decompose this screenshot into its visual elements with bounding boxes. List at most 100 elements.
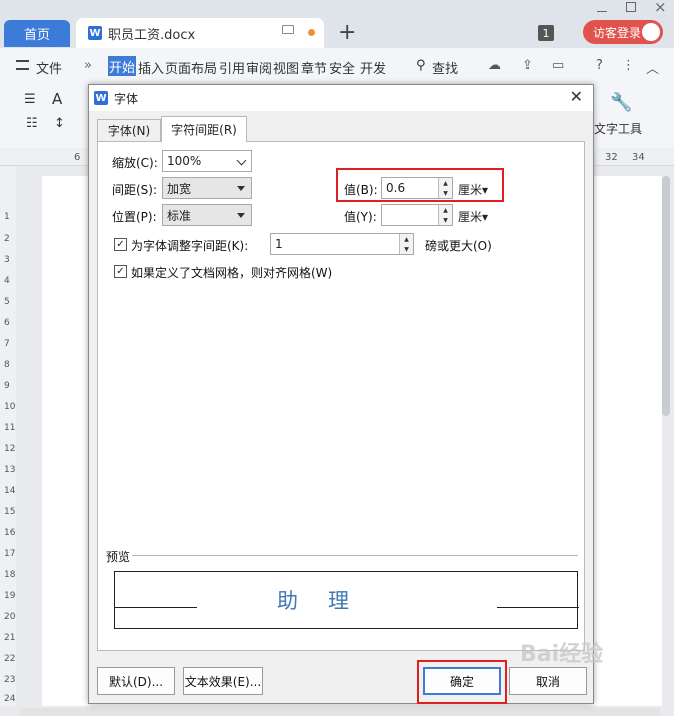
spacing-unit-select[interactable]: 厘米▾ [458,181,488,198]
horizontal-scrollbar[interactable] [20,708,660,716]
vruler-number: 21 [4,633,16,643]
position-amount-input[interactable]: ▲ ▼ [381,204,453,226]
more-icon[interactable]: ⋮ [622,58,635,73]
text-effect-button[interactable]: 文本效果(E)... [183,667,263,695]
preview-label: 预览 [106,548,133,565]
preview-text: 助理 [277,589,379,613]
dialog-title: 字体 [114,91,139,106]
spin-up-icon[interactable]: ▲ [399,234,413,244]
wrench-icon[interactable]: 🔧 [610,92,632,113]
vruler-number: 5 [4,297,10,307]
grid-align-checkbox[interactable]: ✓ [114,265,127,278]
chevron-down-icon [236,155,247,166]
tab-start[interactable]: 开始 [108,56,136,76]
spin-down-icon[interactable]: ▼ [438,215,452,225]
spacing-select[interactable]: 加宽 [162,177,252,199]
kerning-label: 为字体调整字间距(K): [131,239,249,253]
tab-developer[interactable]: 开发 [360,58,386,77]
scale-select[interactable]: 100% [162,150,252,172]
tab-view[interactable]: 视图 [273,58,299,77]
line-spacing-icon[interactable]: ↕ [54,116,65,131]
indent-icon[interactable]: ☰ [24,92,36,107]
collapse-ribbon-icon[interactable]: ︿ [646,58,659,77]
position-unit-select[interactable]: 厘米▾ [458,208,488,225]
document-tab[interactable]: W 职员工资.docx [76,18,324,48]
wps-writer-icon: W [94,91,108,105]
search-button[interactable]: 查找 [432,58,458,77]
preview-box: 助理 [114,571,579,629]
spacing-label: 间距(S): [112,183,158,197]
document-tab-title: 职员工资.docx [108,27,196,43]
tab-reference[interactable]: 引用 [219,58,245,77]
vruler-number: 13 [4,465,16,475]
tab-insert[interactable]: 插入 [138,58,164,77]
file-menu[interactable]: 文件 [36,58,62,77]
tab-review[interactable]: 审阅 [246,58,272,77]
dropdown-arrow-icon [237,213,245,218]
vertical-ruler [0,166,16,706]
default-button[interactable]: 默认(D)... [97,667,175,695]
vruler-number: 14 [4,486,16,496]
position-amount-label: 值(Y): [344,210,377,224]
preview-baseline-right [497,607,579,608]
character-spacing-panel: 缩放(C): 100% 间距(S): 加宽 值(B): 0.6 ▲ ▼ 厘米▾ … [97,141,585,651]
home-tab[interactable]: 首页 [4,20,70,47]
vruler-number: 6 [4,318,10,328]
tab-chapter[interactable]: 章节 [301,58,327,77]
ruler-number: 34 [632,152,645,163]
kerning-suffix: 磅或更大(O) [425,239,492,253]
share-icon[interactable]: ⇪ [522,58,533,73]
vruler-number: 11 [4,423,16,433]
spin-down-icon[interactable]: ▼ [438,188,452,198]
vruler-number: 23 [4,675,16,685]
text-tools-menu[interactable]: 文字工具 [594,120,642,137]
spacing-value: 加宽 [167,181,192,196]
window-close-icon[interactable]: × [654,0,667,16]
vruler-number: 18 [4,570,16,580]
position-select[interactable]: 标准 [162,204,252,226]
hamburger-menu-icon[interactable] [16,60,29,70]
preview-divider [106,555,578,556]
spin-up-icon[interactable]: ▲ [438,205,452,215]
tab-font[interactable]: 字体(N) [97,119,161,141]
vruler-number: 7 [4,339,10,349]
kerning-input[interactable]: 1 ▲ ▼ [270,233,414,255]
spin-down-icon[interactable]: ▼ [399,244,413,254]
vruler-number: 20 [4,612,16,622]
unsaved-dot-icon [308,29,315,36]
cancel-button[interactable]: 取消 [509,667,587,695]
chevron-right-double-icon[interactable]: » [84,58,92,73]
kerning-value: 1 [275,237,283,251]
tab-page-layout[interactable]: 页面布局 [165,58,217,77]
wps-writer-icon: W [88,26,102,40]
search-icon[interactable]: ⚲ [416,58,426,73]
ruler-number: 6 [74,152,81,163]
vruler-number: 10 [4,402,16,412]
preview-baseline-left [115,607,197,608]
cloud-icon[interactable]: ☁ [488,58,501,73]
vruler-number: 3 [4,255,10,265]
distribute-icon[interactable]: ☷ [26,116,38,131]
vertical-scrollbar[interactable] [662,176,670,416]
ok-button[interactable]: 确定 [423,667,501,695]
window-count-badge[interactable]: 1 [538,25,554,41]
kerning-checkbox[interactable]: ✓ [114,238,127,251]
vruler-number: 16 [4,528,16,538]
new-tab-plus-icon[interactable]: + [338,20,356,45]
spin-up-icon[interactable]: ▲ [438,178,452,188]
more-tools-icon[interactable]: ▭ [552,58,564,73]
monitor-icon[interactable] [282,25,294,34]
minimize-icon[interactable] [597,2,607,12]
help-icon[interactable]: ? [596,58,603,73]
vruler-number: 1 [4,212,10,222]
maximize-icon[interactable] [626,2,636,12]
tab-character-spacing[interactable]: 字符间距(R) [161,116,247,142]
position-label: 位置(P): [112,210,157,224]
visitor-login-button[interactable]: 访客登录 [583,20,663,44]
visitor-login-label: 访客登录 [593,25,642,40]
spacing-amount-input[interactable]: 0.6 ▲ ▼ [381,177,453,199]
dialog-close-icon[interactable]: ✕ [570,87,583,106]
font-size-icon[interactable]: A [52,90,62,108]
position-unit: 厘米 [458,210,483,224]
tab-security[interactable]: 安全 [329,58,355,77]
